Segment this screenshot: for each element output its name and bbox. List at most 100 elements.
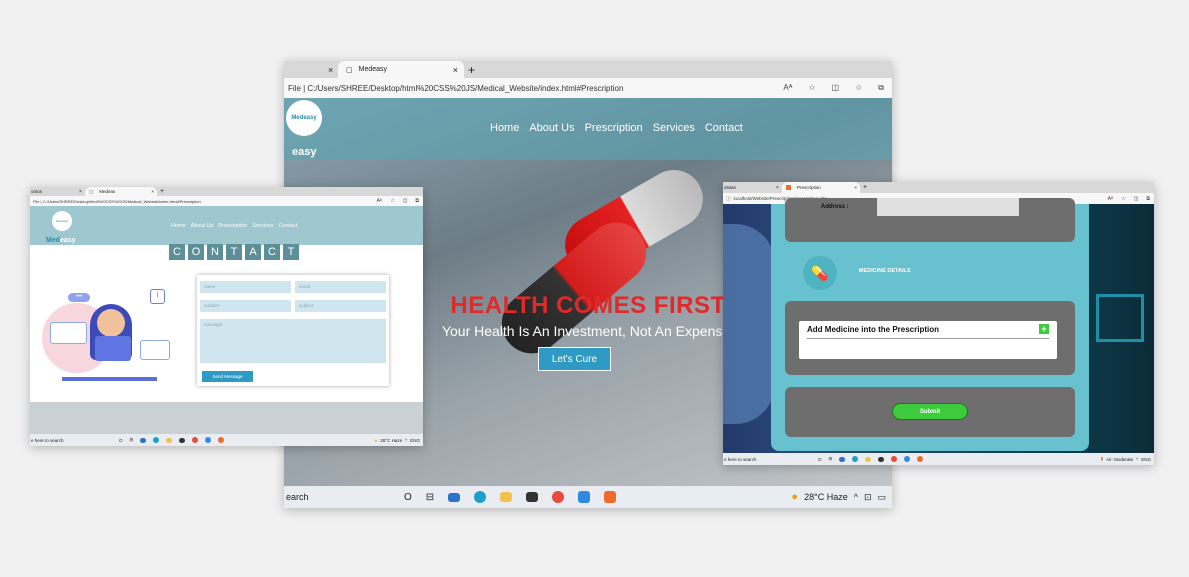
- taskbar-search[interactable]: e here to search: [723, 457, 804, 462]
- name-input[interactable]: name: [200, 281, 291, 293]
- mail-icon[interactable]: [140, 437, 147, 443]
- favorite-icon[interactable]: ☆: [390, 198, 394, 204]
- number-input[interactable]: number: [200, 300, 291, 312]
- message-textarea[interactable]: message: [200, 319, 386, 363]
- split-screen-icon[interactable]: ◫: [403, 198, 408, 204]
- nav-home[interactable]: Home: [490, 122, 519, 134]
- mail-icon[interactable]: [448, 492, 461, 502]
- tab-close-icon[interactable]: ×: [854, 185, 857, 190]
- start-circle-icon[interactable]: O: [818, 457, 822, 462]
- nav-about-us[interactable]: About Us: [191, 223, 214, 229]
- contact-title: CONTACT: [169, 242, 302, 260]
- split-screen-icon[interactable]: ◫: [1134, 196, 1139, 202]
- address-input[interactable]: [877, 198, 1019, 216]
- read-aloud-icon[interactable]: Aᴬ: [1108, 196, 1114, 202]
- favorites-list-icon[interactable]: ☆: [855, 83, 862, 93]
- taskbar-apps: O ⊟: [119, 437, 225, 443]
- file-explorer-icon[interactable]: [166, 437, 173, 443]
- nav-home[interactable]: Home: [171, 223, 186, 229]
- read-aloud-icon[interactable]: Aᴬ: [377, 198, 383, 204]
- taskbar-search[interactable]: earch: [284, 492, 394, 502]
- subject-input[interactable]: subject: [295, 300, 386, 312]
- taskbar-search[interactable]: e here to search: [30, 438, 109, 443]
- read-aloud-icon[interactable]: Aᴬ: [783, 83, 792, 93]
- xampp-icon[interactable]: [917, 456, 924, 462]
- xampp-icon[interactable]: [604, 491, 617, 503]
- lets-cure-button[interactable]: Let's Cure: [538, 347, 611, 371]
- tab-close-icon[interactable]: ×: [453, 65, 458, 75]
- chrome-icon[interactable]: [891, 456, 898, 462]
- collections-icon[interactable]: ⧉: [415, 198, 419, 204]
- tab-medeasy[interactable]: ▢ Medeasy ×: [338, 61, 464, 78]
- windows-taskbar: e here to search O ⊟ ● 28°C Haze ^ ENG: [30, 434, 423, 446]
- nav-about-us[interactable]: About Us: [529, 122, 574, 134]
- language-indicator[interactable]: ENG: [410, 438, 420, 443]
- add-icon[interactable]: +: [1039, 324, 1049, 334]
- medicine-details-heading: MEDICINE DETAILS: [859, 268, 911, 274]
- new-tab-button[interactable]: +: [863, 182, 867, 193]
- vscode-icon[interactable]: [578, 491, 591, 503]
- nav-services[interactable]: Services: [252, 223, 273, 229]
- nav-prescription[interactable]: Prescription: [585, 122, 643, 134]
- tab-close-icon[interactable]: ×: [151, 189, 154, 194]
- send-message-button[interactable]: Send Message: [202, 371, 253, 382]
- nav-contact[interactable]: Contact: [278, 223, 297, 229]
- chrome-icon[interactable]: [552, 491, 565, 503]
- collections-icon[interactable]: ⧉: [1146, 196, 1150, 202]
- start-circle-icon[interactable]: O: [404, 492, 412, 503]
- task-view-icon[interactable]: ⊟: [426, 492, 434, 503]
- new-tab-button[interactable]: +: [160, 187, 164, 196]
- tab-close-icon[interactable]: ×: [328, 61, 333, 78]
- tab-close-icon[interactable]: ×: [79, 187, 82, 196]
- tab-bar: × ▢ Medeasy × +: [284, 61, 892, 78]
- edge-icon[interactable]: [474, 491, 487, 503]
- email-input[interactable]: email: [295, 281, 386, 293]
- system-tray: ● 28°C Haze ^ ENG: [375, 438, 423, 443]
- file-explorer-icon[interactable]: [500, 492, 513, 502]
- language-indicator[interactable]: ENG: [1141, 457, 1151, 462]
- nav-services[interactable]: Services: [653, 122, 695, 134]
- split-screen-icon[interactable]: ◫: [832, 83, 840, 93]
- photos-icon[interactable]: [526, 492, 539, 502]
- info-icon[interactable]: ⓘ: [726, 196, 731, 202]
- xampp-icon[interactable]: [218, 437, 225, 443]
- address-url[interactable]: File | C:/Users/SHREE/Desktop/html%20CSS…: [288, 84, 623, 93]
- weather-text[interactable]: 28°C Haze: [380, 438, 402, 443]
- collections-icon[interactable]: ⧉: [878, 83, 884, 93]
- tab-close-icon[interactable]: ×: [776, 182, 779, 193]
- favorite-icon[interactable]: ☆: [1121, 196, 1125, 202]
- task-view-icon[interactable]: ⊟: [829, 456, 833, 462]
- new-tab-button[interactable]: +: [468, 61, 475, 78]
- photos-icon[interactable]: [878, 456, 885, 462]
- submit-button[interactable]: Submit: [892, 403, 968, 420]
- air-quality-text[interactable]: Air: Moderate: [1106, 457, 1133, 462]
- network-icon[interactable]: ⊡: [864, 492, 872, 503]
- tab-previous[interactable]: ebsite: [724, 182, 736, 193]
- mail-icon[interactable]: [839, 456, 846, 462]
- file-explorer-icon[interactable]: [865, 456, 872, 462]
- edge-icon[interactable]: [153, 437, 160, 443]
- nav-contact[interactable]: Contact: [705, 122, 743, 134]
- tray-chevron-icon[interactable]: ^: [1136, 457, 1138, 462]
- nav-prescription[interactable]: Prescription: [218, 223, 247, 229]
- favorite-icon[interactable]: ☆: [808, 83, 815, 93]
- task-view-icon[interactable]: ⊟: [130, 437, 134, 443]
- weather-text[interactable]: 28°C Haze: [804, 492, 848, 502]
- logo-icon[interactable]: Medeasy: [286, 100, 322, 136]
- tray-chevron-icon[interactable]: ^: [854, 492, 858, 502]
- tab-medeasy[interactable]: ▢ Medeas ×: [85, 187, 157, 196]
- address-bar[interactable]: File | C:/Users/SHREE/Desktop/html%20CSS…: [284, 78, 892, 99]
- chrome-icon[interactable]: [192, 437, 199, 443]
- start-circle-icon[interactable]: O: [119, 438, 123, 443]
- tray-chevron-icon[interactable]: ^: [405, 438, 407, 443]
- tab-previous[interactable]: ontos: [31, 187, 42, 196]
- photos-icon[interactable]: [179, 437, 186, 443]
- battery-icon[interactable]: ▭: [877, 492, 886, 503]
- vscode-icon[interactable]: [205, 437, 212, 443]
- address-url[interactable]: File | C:/Users/SHREE/Desktop/html%20CSS…: [33, 199, 201, 204]
- edge-icon[interactable]: [852, 456, 859, 462]
- vscode-icon[interactable]: [904, 456, 911, 462]
- tab-prescription[interactable]: Prescription ×: [782, 182, 860, 193]
- logo-icon[interactable]: Medeasy: [52, 211, 72, 231]
- browser-toolbar: Aᴬ ☆ ◫ ⧉: [1108, 196, 1154, 202]
